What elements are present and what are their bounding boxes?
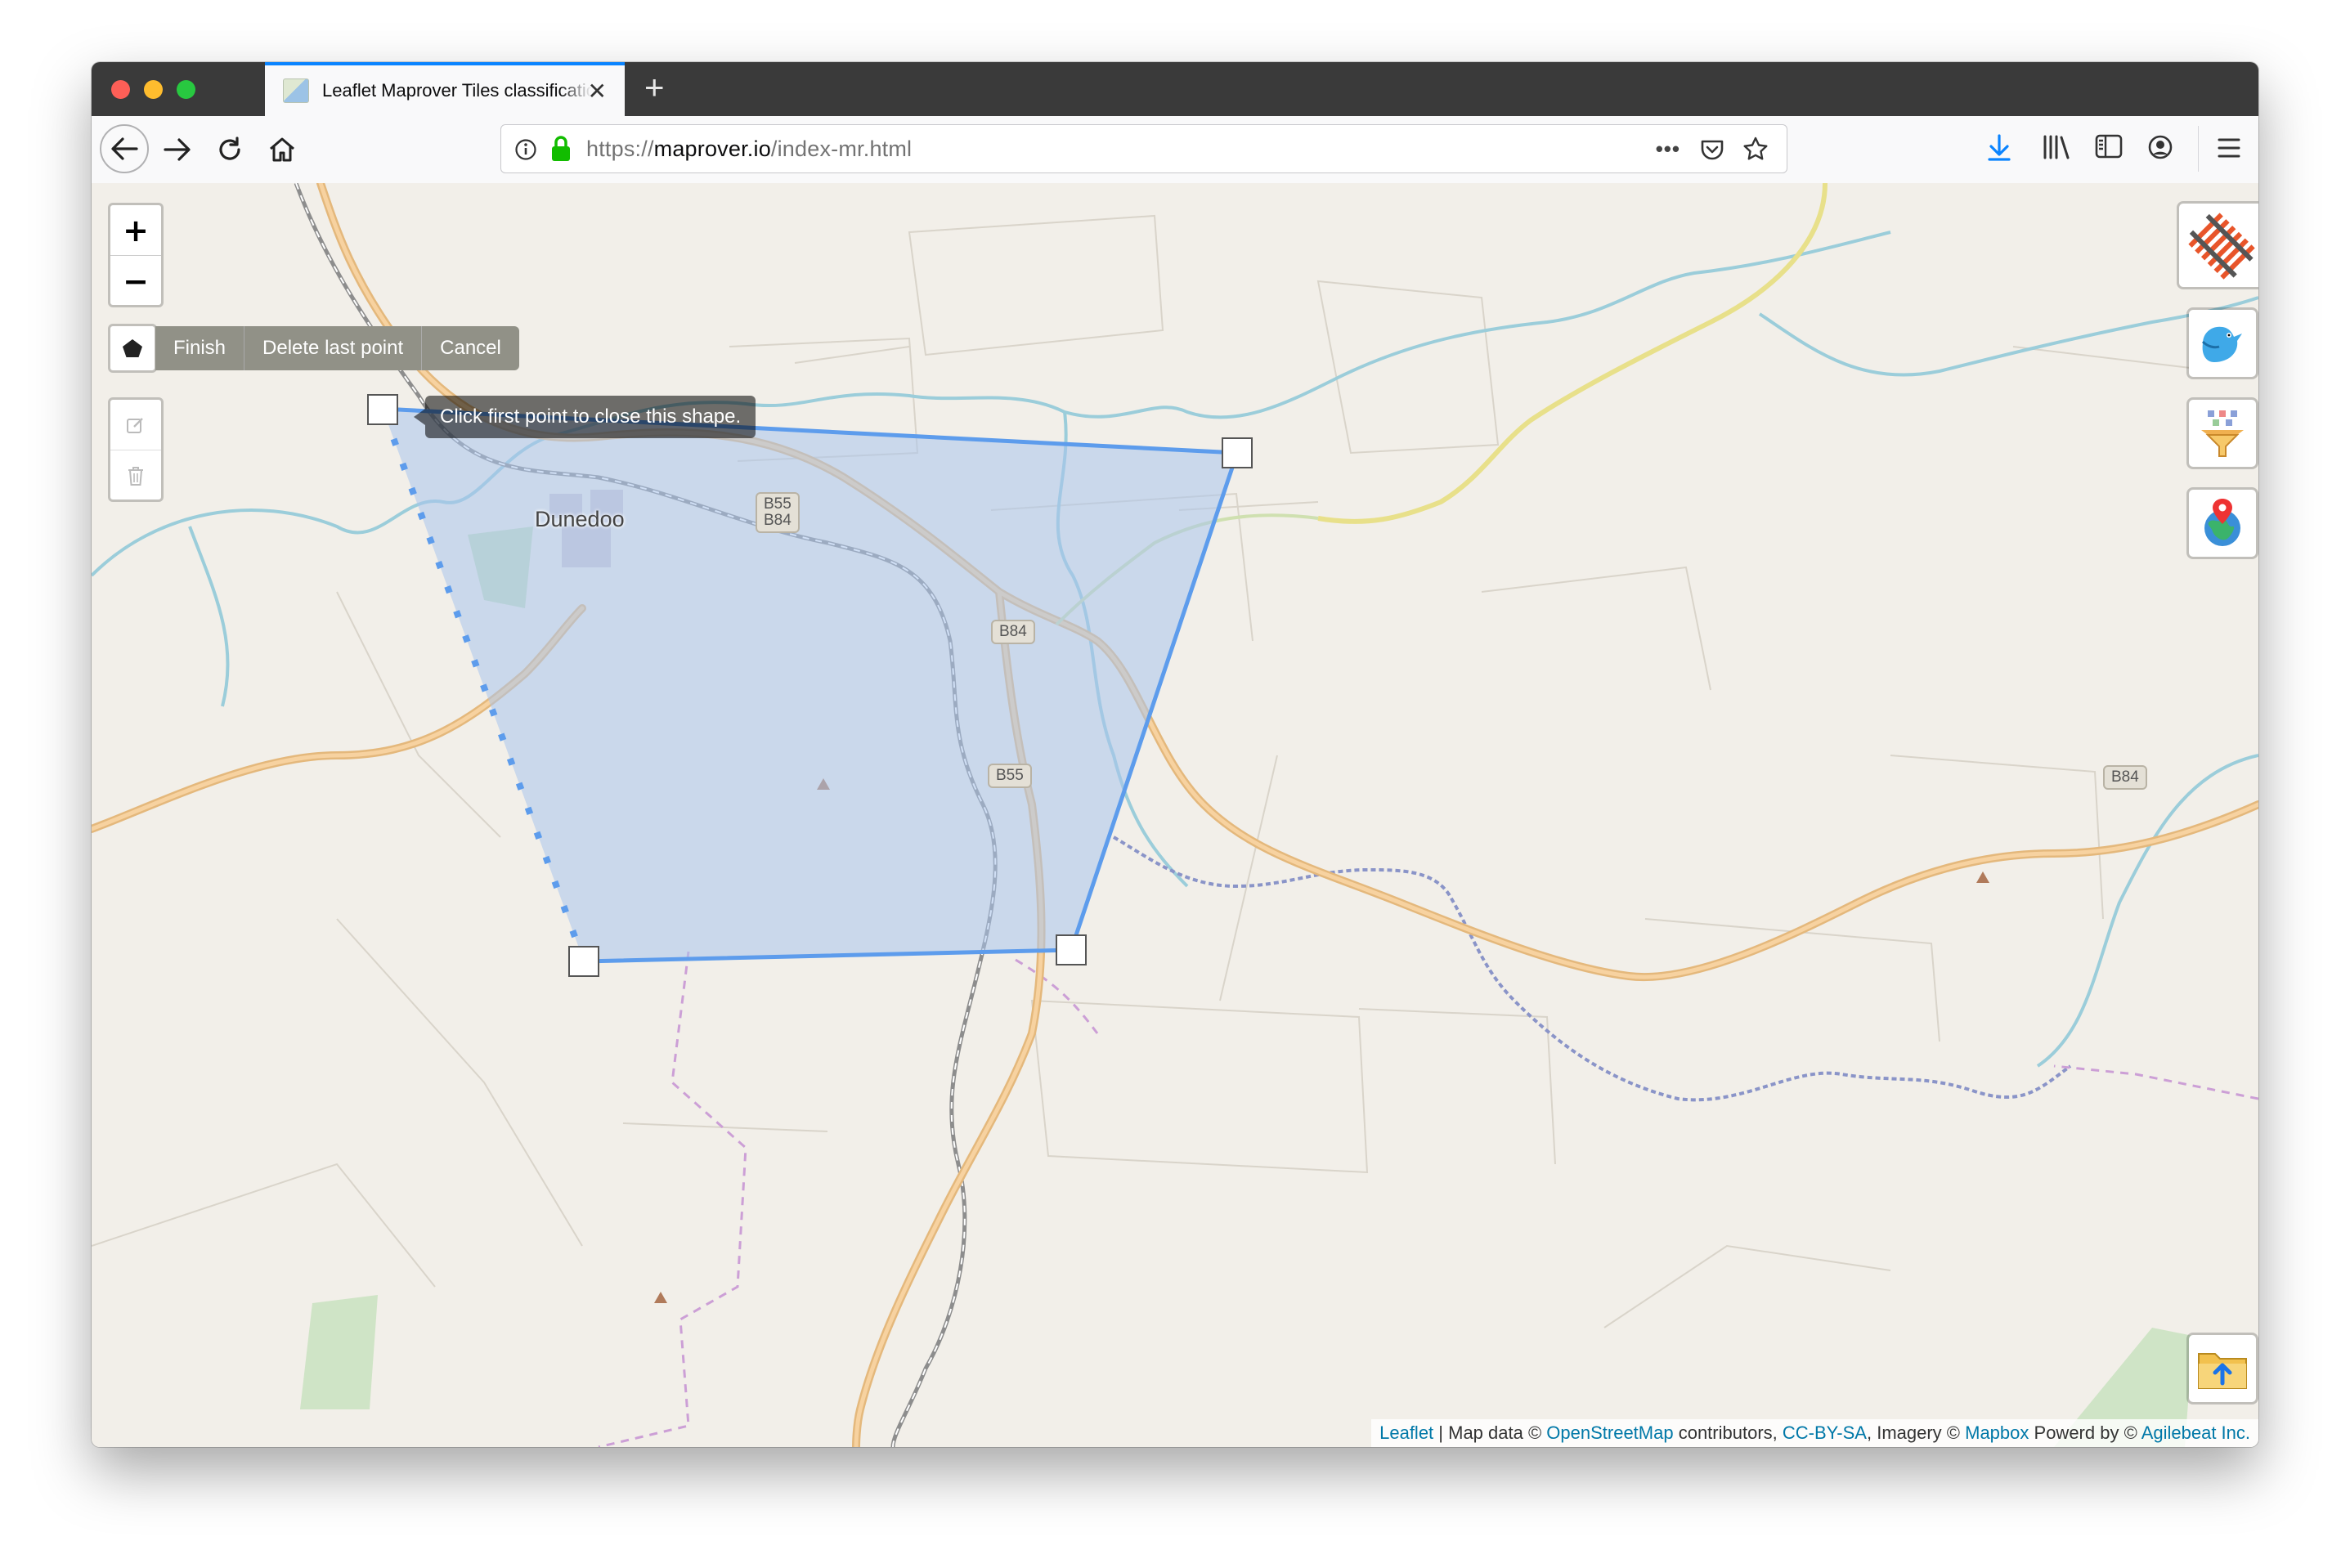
tab-close-icon[interactable]: ✕ xyxy=(588,80,607,103)
draw-polygon-button[interactable] xyxy=(108,324,157,373)
url-bar[interactable]: https://maprover.io/index-mr.html ••• xyxy=(500,124,1787,173)
agilebeat-link[interactable]: Agilebeat Inc. xyxy=(2141,1422,2250,1443)
back-button[interactable] xyxy=(100,124,149,173)
road-shield: B84 xyxy=(991,620,1035,644)
polygon-vertex[interactable] xyxy=(1056,934,1087,965)
edit-layers-button[interactable] xyxy=(110,400,161,450)
title-bar: Leaflet Maprover Tiles classification ✕ … xyxy=(92,62,2258,116)
draw-actions: Finish Delete last point Cancel xyxy=(155,326,519,370)
polygon-first-vertex[interactable] xyxy=(367,394,398,425)
folder-upload-icon xyxy=(2198,1353,2247,1389)
osm-link[interactable]: OpenStreetMap xyxy=(1546,1422,1673,1443)
edit-toolbar xyxy=(108,397,164,502)
hamburger-menu-icon[interactable] xyxy=(2218,137,2240,159)
map-attribution: Leaflet | Map data © OpenStreetMap contr… xyxy=(1371,1419,2258,1447)
info-icon[interactable] xyxy=(514,138,537,161)
polygon-vertex[interactable] xyxy=(1222,437,1253,468)
funnel-icon xyxy=(2201,410,2244,457)
upload-button[interactable] xyxy=(2186,1333,2258,1404)
zoom-in-button[interactable]: + xyxy=(110,205,161,256)
leaflet-map[interactable]: Dunedoo B55 B84 B84 B55 B84 Click first p… xyxy=(92,183,2258,1447)
railway-icon xyxy=(2188,213,2255,280)
delete-layers-button[interactable] xyxy=(110,450,161,500)
license-link[interactable]: CC-BY-SA xyxy=(1783,1422,1867,1443)
window-maximize-button[interactable] xyxy=(177,80,195,99)
polygon-vertex[interactable] xyxy=(568,946,599,977)
zoom-out-button[interactable]: − xyxy=(110,256,161,306)
page-actions-icon[interactable]: ••• xyxy=(1656,137,1680,162)
twitter-bird-icon xyxy=(2201,326,2242,362)
nav-toolbar: https://maprover.io/index-mr.html ••• xyxy=(92,116,2258,184)
road-shield: B55 B84 xyxy=(756,492,800,533)
geolocate-button[interactable] xyxy=(2186,487,2258,559)
tab-title: Leaflet Maprover Tiles classification xyxy=(322,80,592,101)
window-minimize-button[interactable] xyxy=(144,80,163,99)
twitter-button[interactable] xyxy=(2186,307,2258,379)
pocket-icon[interactable] xyxy=(1700,137,1724,162)
bookmark-star-icon[interactable] xyxy=(1742,136,1769,162)
download-icon[interactable] xyxy=(1987,134,2011,162)
delete-last-point-button[interactable]: Delete last point xyxy=(244,326,422,370)
zoom-control: + − xyxy=(108,203,164,307)
filter-button[interactable] xyxy=(2186,397,2258,469)
pentagon-icon xyxy=(123,339,142,357)
window-close-button[interactable] xyxy=(111,80,130,99)
trash-icon xyxy=(128,466,143,486)
reload-button[interactable] xyxy=(208,128,252,172)
leaflet-link[interactable]: Leaflet xyxy=(1379,1422,1433,1443)
library-icon[interactable] xyxy=(2043,134,2070,160)
home-icon xyxy=(270,137,294,162)
lock-icon[interactable] xyxy=(550,135,572,163)
url-text[interactable]: https://maprover.io/index-mr.html xyxy=(586,137,912,162)
draw-toolbar: Finish Delete last point Cancel xyxy=(108,324,519,373)
railway-classifier-button[interactable] xyxy=(2177,201,2258,289)
globe-pin-icon xyxy=(2204,499,2240,546)
finish-button[interactable]: Finish xyxy=(155,326,244,370)
mapbox-link[interactable]: Mapbox xyxy=(1965,1422,2029,1443)
road-shield: B55 xyxy=(988,764,1032,788)
cancel-button[interactable]: Cancel xyxy=(421,326,519,370)
toolbar-divider xyxy=(2198,126,2199,172)
sidebar-icon[interactable] xyxy=(2095,134,2123,159)
road-shield: B84 xyxy=(2103,765,2147,790)
arrow-left-icon xyxy=(111,137,138,160)
account-icon[interactable] xyxy=(2147,134,2173,160)
draw-tooltip: Click first point to close this shape. xyxy=(413,396,756,438)
edit-icon xyxy=(127,417,143,433)
map-favicon-icon xyxy=(283,78,309,103)
new-tab-plus-icon[interactable]: + xyxy=(644,70,665,105)
arrow-right-icon xyxy=(164,138,191,161)
browser-window: Leaflet Maprover Tiles classification ✕ … xyxy=(92,62,2258,1447)
forward-button[interactable] xyxy=(155,128,200,172)
active-tab[interactable]: Leaflet Maprover Tiles classification ✕ xyxy=(265,62,625,116)
reload-icon xyxy=(219,137,240,160)
home-button[interactable] xyxy=(260,128,304,172)
town-label: Dunedoo xyxy=(535,507,625,531)
